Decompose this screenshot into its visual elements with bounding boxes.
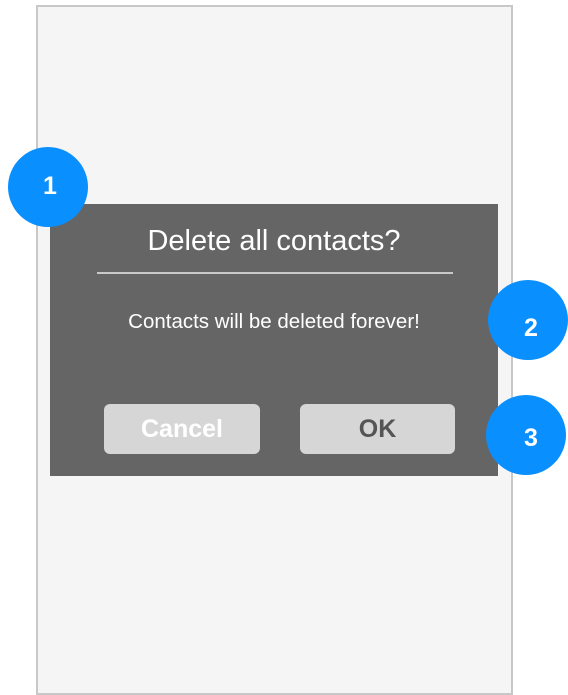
annotation-marker-3-number: 3 [524, 424, 538, 452]
cancel-button[interactable]: Cancel [104, 404, 260, 454]
dialog-title: Delete all contacts? [147, 225, 401, 257]
annotation-marker-2-number: 2 [524, 314, 538, 342]
annotation-marker-1-number: 1 [43, 172, 57, 200]
ok-button[interactable]: OK [300, 404, 455, 454]
annotation-marker-1: 1 [8, 147, 88, 227]
annotation-marker-2: 2 [488, 280, 568, 360]
dialog-message: Contacts will be deleted forever! [128, 310, 420, 333]
delete-confirmation-dialog: Delete all contacts? Contacts will be de… [50, 204, 498, 476]
annotation-marker-3: 3 [486, 395, 566, 475]
title-divider [97, 272, 453, 274]
